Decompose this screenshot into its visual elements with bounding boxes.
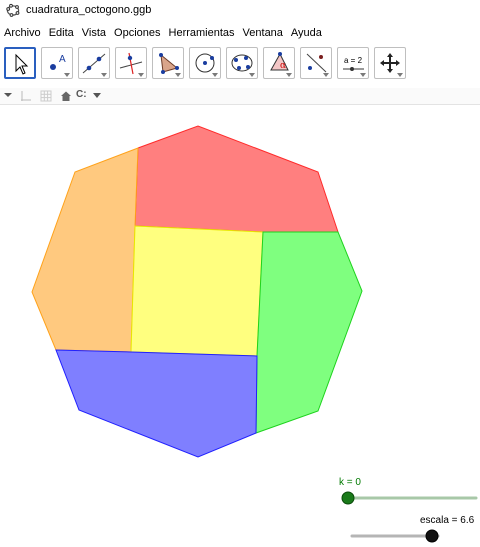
svg-text:A: A (59, 54, 66, 65)
geogebra-app-icon (6, 3, 20, 17)
title-bar: cuadratura_octogono.ggb (0, 0, 480, 20)
toggle-stylebar-icon[interactable] (3, 90, 13, 100)
toolbar: A α a = 2 (0, 45, 480, 87)
blue-piece[interactable] (55, 349, 258, 458)
tool-slider[interactable]: a = 2 (337, 47, 369, 79)
menu-ayuda[interactable]: Ayuda (287, 27, 326, 39)
construction-canvas[interactable]: k = 0 escala = 6.6 (0, 105, 480, 544)
menu-opciones[interactable]: Opciones (110, 27, 164, 39)
tool-line[interactable] (78, 47, 110, 79)
tool-reflect[interactable] (300, 47, 332, 79)
slider-k-label: k = 0 (339, 477, 361, 488)
orange-piece[interactable] (31, 147, 139, 353)
grid-icon[interactable] (40, 90, 52, 102)
home-icon[interactable] (60, 90, 72, 102)
style-bar: C: (0, 88, 480, 105)
move-arrow-icon (15, 53, 29, 75)
menu-edita[interactable]: Edita (45, 27, 78, 39)
slider-escala-label: escala = 6.6 (420, 515, 475, 526)
slider-k-handle[interactable] (341, 491, 355, 505)
tool-conic[interactable] (226, 47, 258, 79)
axes-icon[interactable] (20, 90, 32, 102)
red-piece[interactable] (134, 125, 339, 233)
tool-move-view[interactable] (374, 47, 406, 79)
menu-archivo[interactable]: Archivo (0, 27, 45, 39)
tool-perpendicular[interactable] (115, 47, 147, 79)
point-capture-dropdown-icon[interactable] (93, 93, 101, 99)
tool-polygon[interactable] (152, 47, 184, 79)
menu-bar: Archivo Edita Vista Opciones Herramienta… (0, 24, 480, 42)
menu-ventana[interactable]: Ventana (239, 27, 287, 39)
tool-point[interactable]: A (41, 47, 73, 79)
tool-circle[interactable] (189, 47, 221, 79)
slider-escala-handle[interactable] (425, 529, 439, 543)
svg-text:α: α (280, 61, 286, 71)
slider-tool-text: a = 2 (344, 56, 363, 65)
window-title: cuadratura_octogono.ggb (26, 4, 152, 16)
menu-herramientas[interactable]: Herramientas (165, 27, 239, 39)
menu-vista[interactable]: Vista (78, 27, 110, 39)
yellow-square[interactable] (130, 225, 264, 357)
tool-angle[interactable]: α (263, 47, 295, 79)
graphics-view[interactable]: k = 0 escala = 6.6 (0, 105, 480, 544)
point-capture-label[interactable]: C: (76, 89, 87, 100)
green-piece[interactable] (255, 231, 363, 434)
tool-move[interactable] (4, 47, 36, 79)
